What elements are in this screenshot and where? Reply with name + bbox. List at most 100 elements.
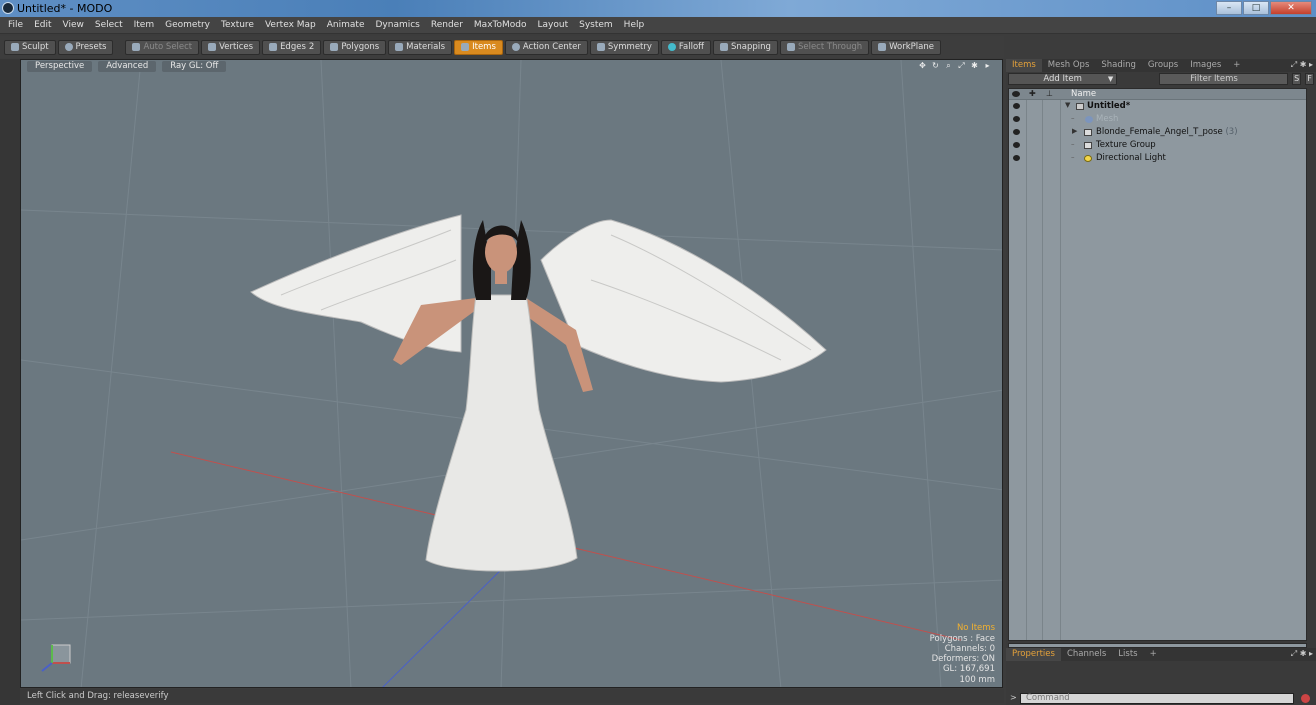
tree-row-angel-group[interactable]: ▶ Blonde_Female_Angel_T_pose (3) <box>1009 126 1306 139</box>
tab-channels[interactable]: Channels <box>1061 648 1112 661</box>
visibility-column-icon <box>1012 91 1020 97</box>
menu-dynamics[interactable]: Dynamics <box>371 20 426 30</box>
auto-select-icon <box>132 43 141 51</box>
add-item-dropdown[interactable]: Add Item ▼ <box>1008 73 1118 85</box>
viewport-header: Perspective Advanced Ray GL: Off <box>21 60 1002 73</box>
menu-render[interactable]: Render <box>427 20 470 30</box>
menu-layout[interactable]: Layout <box>534 20 576 30</box>
menu-geometry[interactable]: Geometry <box>161 20 217 30</box>
brush-icon <box>11 43 19 51</box>
eye-icon[interactable] <box>1013 155 1020 161</box>
branch-icon: – <box>1071 114 1075 122</box>
snap-icon <box>720 43 729 51</box>
tree-row-directional-light[interactable]: – Directional Light <box>1009 152 1306 165</box>
expand-arrow-icon[interactable]: ▼ <box>1065 101 1070 109</box>
falloff-button[interactable]: Falloff <box>660 39 712 55</box>
tree-row-mesh[interactable]: – Mesh <box>1009 113 1306 126</box>
action-center-button[interactable]: Action Center <box>504 39 588 55</box>
tab-items[interactable]: Items <box>1006 59 1042 72</box>
falloff-icon <box>667 43 676 51</box>
selection-info: No Items <box>956 623 995 634</box>
auto-select-button[interactable]: Auto Select <box>125 39 200 55</box>
snapping-button[interactable]: Snapping <box>713 39 778 55</box>
menu-edit[interactable]: Edit <box>30 20 58 30</box>
menu-texture[interactable]: Texture <box>217 20 261 30</box>
presets-button[interactable]: Presets <box>57 39 114 55</box>
eye-icon[interactable] <box>1013 129 1020 135</box>
window-controls: – □ ✕ <box>1216 1 1312 15</box>
eye-icon[interactable] <box>1013 142 1020 148</box>
menu-vertex-map[interactable]: Vertex Map <box>261 20 323 30</box>
rotate-icon[interactable]: ↻ <box>931 61 940 70</box>
add-tab-button[interactable]: + <box>1227 59 1246 72</box>
maximize-button[interactable]: □ <box>1243 1 1269 15</box>
menu-select[interactable]: Select <box>91 20 130 30</box>
tab-mesh-ops[interactable]: Mesh Ops <box>1042 59 1096 72</box>
tab-lists[interactable]: Lists <box>1112 648 1143 661</box>
viewport-info-overlay: No Items Polygons : Face Channels: 0 Def… <box>930 623 995 685</box>
panel-options-icon[interactable]: ⤢ ✱ ▸ <box>1291 649 1313 659</box>
record-icon[interactable] <box>1301 694 1310 703</box>
minimize-button[interactable]: – <box>1216 1 1242 15</box>
branch-icon: – <box>1071 153 1075 161</box>
scene-render[interactable] <box>21 60 1003 688</box>
deformers-info: Deformers: ON <box>931 654 995 665</box>
symmetry-button[interactable]: Symmetry <box>589 39 659 55</box>
perspective-tab[interactable]: Perspective <box>27 61 93 72</box>
modo-app: Untitled* - MODO – □ ✕ File Edit View Se… <box>0 0 1316 705</box>
workplane-button[interactable]: WorkPlane <box>871 39 941 55</box>
title-bar: Untitled* - MODO – □ ✕ <box>0 0 1316 17</box>
light-icon <box>1084 155 1092 162</box>
f-button[interactable]: F <box>1305 73 1314 85</box>
vertices-button[interactable]: Vertices <box>201 39 261 55</box>
lock-column-icon: ✚ <box>1029 89 1036 98</box>
advanced-tab[interactable]: Advanced <box>98 61 157 72</box>
gear-icon[interactable]: ✱ <box>970 61 979 70</box>
eye-icon[interactable] <box>1013 116 1020 122</box>
3d-viewport[interactable]: Perspective Advanced Ray GL: Off ✥ ↻ ⌕ ⤢… <box>20 59 1003 688</box>
sculpt-button[interactable]: Sculpt <box>4 39 56 55</box>
menu-help[interactable]: Help <box>620 20 652 30</box>
branch-icon: – <box>1071 140 1075 148</box>
eye-icon[interactable] <box>1013 103 1020 109</box>
select-through-button[interactable]: Select Through <box>779 39 870 55</box>
s-button[interactable]: S <box>1292 73 1302 85</box>
tree-row-texture-group[interactable]: – Texture Group <box>1009 139 1306 152</box>
menu-file[interactable]: File <box>4 20 30 30</box>
close-button[interactable]: ✕ <box>1270 1 1312 15</box>
polygons-button[interactable]: Polygons <box>323 39 387 55</box>
vertex-icon <box>208 43 217 51</box>
command-input[interactable]: Command <box>1020 693 1294 704</box>
zoom-icon[interactable]: ⌕ <box>944 61 953 70</box>
tab-properties[interactable]: Properties <box>1006 648 1061 661</box>
tab-groups[interactable]: Groups <box>1142 59 1184 72</box>
scale-info: 100 mm <box>959 674 996 685</box>
tab-shading[interactable]: Shading <box>1095 59 1142 72</box>
status-bar: Left Click and Drag: releaseverify <box>20 689 1004 703</box>
gl-info: GL: 167,691 <box>942 664 995 675</box>
add-tab-button[interactable]: + <box>1144 648 1163 661</box>
menu-animate[interactable]: Animate <box>323 20 372 30</box>
menu-maxtomodo[interactable]: MaxToModo <box>470 20 534 30</box>
materials-button[interactable]: Materials <box>388 39 453 55</box>
tree-row-scene[interactable]: ▼ Untitled* <box>1009 100 1306 113</box>
menu-item[interactable]: Item <box>130 20 162 30</box>
menu-view[interactable]: View <box>59 20 91 30</box>
arrow-right-icon[interactable]: ▸ <box>983 61 992 70</box>
filter-items-input[interactable]: Filter Items <box>1159 73 1289 85</box>
item-icon <box>461 43 470 51</box>
fit-icon[interactable]: ⤢ <box>957 61 966 70</box>
pan-icon[interactable]: ✥ <box>918 61 927 70</box>
axis-gizmo <box>41 644 71 672</box>
items-button[interactable]: Items <box>454 39 503 55</box>
panel-options-icon[interactable]: ⤢ ✱ ▸ <box>1291 60 1313 70</box>
polygons-count: 2 <box>308 42 315 52</box>
symmetry-icon <box>596 43 605 51</box>
name-column-header[interactable]: Name <box>1071 89 1096 100</box>
presets-icon <box>64 43 73 51</box>
expand-arrow-icon[interactable]: ▶ <box>1072 127 1077 135</box>
raygl-tab[interactable]: Ray GL: Off <box>162 61 227 72</box>
tab-images[interactable]: Images <box>1184 59 1227 72</box>
edges-button[interactable]: Edges 2 <box>262 39 322 55</box>
menu-system[interactable]: System <box>575 20 620 30</box>
